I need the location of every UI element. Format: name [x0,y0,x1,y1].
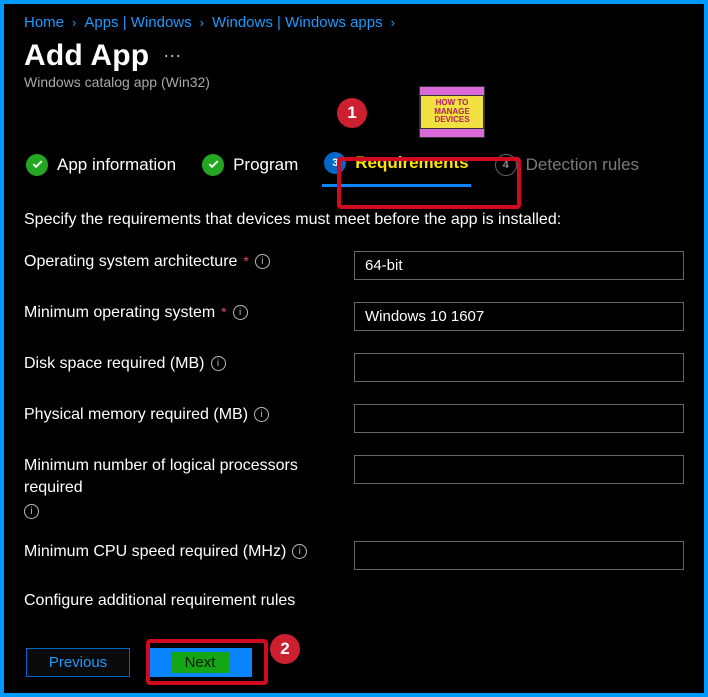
row-cores: Minimum number of logical processors req… [24,455,684,519]
min-os-dropdown[interactable]: Windows 10 1607 [354,302,684,331]
disk-input[interactable] [354,353,684,382]
overlay-logo-text: HOW TO MANAGE DEVICES [420,95,484,129]
step-number-icon: 4 [495,154,517,176]
next-button-label: Next [171,652,230,673]
label-memory: Physical memory required (MB) [24,404,248,426]
info-icon[interactable]: i [233,305,248,320]
breadcrumb-apps[interactable]: Apps | Windows [84,14,191,31]
row-disk: Disk space required (MB) i [24,353,684,382]
page-title: Add App [24,39,149,73]
info-icon[interactable]: i [255,254,270,269]
required-icon: * [243,252,248,271]
cores-input[interactable] [354,455,684,484]
overlay-logo: HOW TO MANAGE DEVICES [419,86,485,138]
previous-button[interactable]: Previous [26,648,130,677]
step-program[interactable]: Program [200,148,300,186]
label-min-os: Minimum operating system [24,302,215,324]
row-memory: Physical memory required (MB) i [24,404,684,433]
step-requirements[interactable]: 3 Requirements [322,146,470,187]
additional-rules-label: Configure additional requirement rules [24,592,684,610]
row-min-os: Minimum operating system * i Windows 10 … [24,302,684,331]
memory-input[interactable] [354,404,684,433]
label-disk: Disk space required (MB) [24,353,205,375]
label-cpu: Minimum CPU speed required (MHz) [24,541,286,563]
info-icon[interactable]: i [254,407,269,422]
os-arch-dropdown[interactable]: 64-bit [354,251,684,280]
annotation-badge-1: 1 [337,98,367,128]
step-app-information[interactable]: App information [24,148,178,186]
step-label: Detection rules [526,155,639,175]
more-actions-icon[interactable]: ··· [163,45,181,66]
info-icon[interactable]: i [24,504,39,519]
info-icon[interactable]: i [292,544,307,559]
requirements-form: Operating system architecture * i 64-bit… [24,251,684,610]
row-os-arch: Operating system architecture * i 64-bit [24,251,684,280]
wizard-buttons: Previous Next [26,648,252,677]
breadcrumb-windows-apps[interactable]: Windows | Windows apps [212,14,383,31]
chevron-right-icon: › [200,15,204,30]
cpu-input[interactable] [354,541,684,570]
checkmark-icon [202,154,224,176]
breadcrumb-home[interactable]: Home [24,14,64,31]
label-os-arch: Operating system architecture [24,251,237,273]
wizard-steps: App information Program 3 Requirements 4… [24,146,684,187]
next-button[interactable]: Next [148,648,252,677]
chevron-right-icon: › [72,15,76,30]
label-cores: Minimum number of logical processors req… [24,455,344,498]
breadcrumb: Home › Apps | Windows › Windows | Window… [24,14,684,31]
annotation-badge-2: 2 [270,634,300,664]
step-detection-rules[interactable]: 4 Detection rules [493,148,641,186]
page-subtitle: Windows catalog app (Win32) [24,74,684,90]
step-number-icon: 3 [324,152,346,174]
step-label: App information [57,155,176,175]
step-label: Requirements [355,153,468,173]
info-icon[interactable]: i [211,356,226,371]
checkmark-icon [26,154,48,176]
required-icon: * [221,303,226,322]
row-cpu: Minimum CPU speed required (MHz) i [24,541,684,570]
chevron-right-icon: › [391,15,395,30]
step-label: Program [233,155,298,175]
instruction-text: Specify the requirements that devices mu… [24,211,684,229]
